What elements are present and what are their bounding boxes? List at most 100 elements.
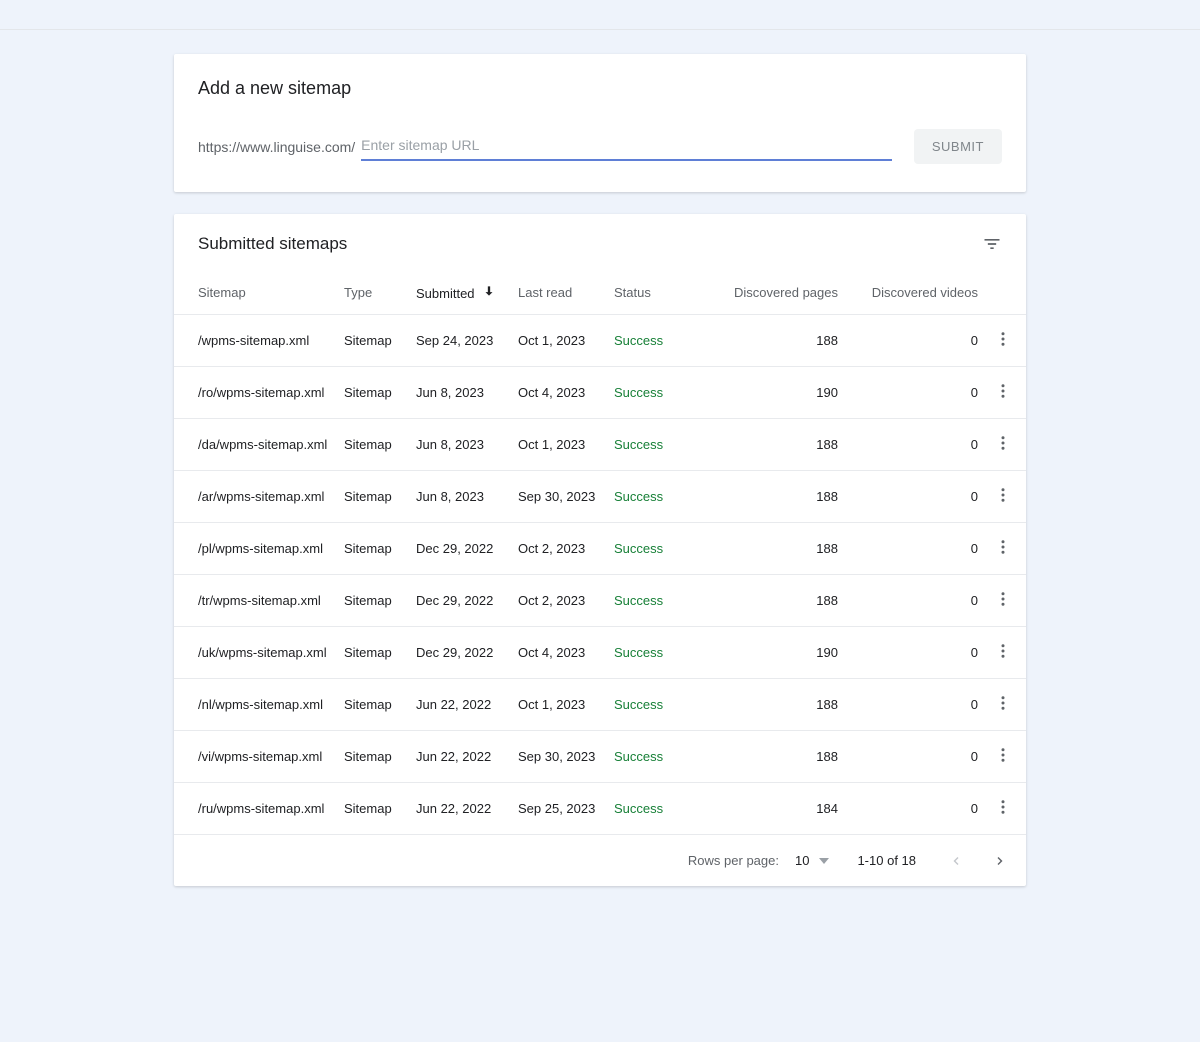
row-actions-button[interactable]: [994, 538, 1012, 556]
more-vert-icon: [994, 382, 1012, 400]
cell-pages: 184: [706, 782, 846, 834]
next-page-button[interactable]: [988, 855, 1012, 867]
sort-arrow-down-icon: [482, 286, 496, 301]
cell-type: Sitemap: [336, 626, 408, 678]
cell-sitemap[interactable]: /ru/wpms-sitemap.xml: [174, 782, 336, 834]
cell-submitted: Dec 29, 2022: [408, 574, 510, 626]
rows-per-page-select[interactable]: 10: [795, 853, 829, 868]
cell-sitemap[interactable]: /uk/wpms-sitemap.xml: [174, 626, 336, 678]
table-row[interactable]: /ar/wpms-sitemap.xmlSitemapJun 8, 2023Se…: [174, 470, 1026, 522]
prev-page-button[interactable]: [944, 855, 968, 867]
row-actions-button[interactable]: [994, 434, 1012, 452]
row-actions-button[interactable]: [994, 486, 1012, 504]
cell-sitemap[interactable]: /nl/wpms-sitemap.xml: [174, 678, 336, 730]
cell-type: Sitemap: [336, 366, 408, 418]
more-vert-icon: [994, 330, 1012, 348]
dropdown-arrow-icon: [819, 858, 829, 864]
cell-sitemap[interactable]: /pl/wpms-sitemap.xml: [174, 522, 336, 574]
more-vert-icon: [994, 642, 1012, 660]
row-actions-button[interactable]: [994, 642, 1012, 660]
top-border: [0, 0, 1200, 30]
cell-videos: 0: [846, 730, 986, 782]
rows-per-page-label: Rows per page:: [688, 853, 779, 868]
row-actions-button[interactable]: [994, 798, 1012, 816]
table-row[interactable]: /da/wpms-sitemap.xmlSitemapJun 8, 2023Oc…: [174, 418, 1026, 470]
table-footer: Rows per page: 10 1-10 of 18: [174, 834, 1026, 886]
cell-lastread: Oct 1, 2023: [510, 418, 606, 470]
table-row[interactable]: /tr/wpms-sitemap.xmlSitemapDec 29, 2022O…: [174, 574, 1026, 626]
status-badge: Success: [614, 333, 663, 348]
cell-type: Sitemap: [336, 782, 408, 834]
col-header-type[interactable]: Type: [336, 272, 408, 314]
sitemap-url-input[interactable]: [361, 133, 892, 161]
row-actions-button[interactable]: [994, 330, 1012, 348]
add-sitemap-card: Add a new sitemap https://www.linguise.c…: [174, 54, 1026, 192]
table-row[interactable]: /pl/wpms-sitemap.xmlSitemapDec 29, 2022O…: [174, 522, 1026, 574]
cell-type: Sitemap: [336, 314, 408, 366]
cell-submitted: Sep 24, 2023: [408, 314, 510, 366]
row-actions-button[interactable]: [994, 382, 1012, 400]
cell-lastread: Sep 25, 2023: [510, 782, 606, 834]
cell-lastread: Oct 2, 2023: [510, 574, 606, 626]
col-header-videos[interactable]: Discovered videos: [846, 272, 986, 314]
row-actions-button[interactable]: [994, 590, 1012, 608]
cell-sitemap[interactable]: /ar/wpms-sitemap.xml: [174, 470, 336, 522]
cell-submitted: Jun 22, 2022: [408, 730, 510, 782]
row-actions-button[interactable]: [994, 694, 1012, 712]
status-badge: Success: [614, 749, 663, 764]
cell-submitted: Jun 8, 2023: [408, 470, 510, 522]
col-header-sitemap[interactable]: Sitemap: [174, 272, 336, 314]
rows-per-page-value: 10: [795, 853, 809, 868]
col-header-lastread[interactable]: Last read: [510, 272, 606, 314]
cell-videos: 0: [846, 314, 986, 366]
status-badge: Success: [614, 593, 663, 608]
cell-videos: 0: [846, 626, 986, 678]
pagination-range: 1-10 of 18: [857, 853, 916, 868]
cell-type: Sitemap: [336, 678, 408, 730]
status-badge: Success: [614, 437, 663, 452]
cell-sitemap[interactable]: /wpms-sitemap.xml: [174, 314, 336, 366]
cell-lastread: Oct 1, 2023: [510, 678, 606, 730]
submit-button[interactable]: SUBMIT: [914, 129, 1002, 164]
sitemap-url-prefix: https://www.linguise.com/: [198, 139, 355, 155]
cell-videos: 0: [846, 366, 986, 418]
cell-lastread: Oct 4, 2023: [510, 366, 606, 418]
more-vert-icon: [994, 538, 1012, 556]
filter-button[interactable]: [982, 234, 1002, 254]
table-row[interactable]: /uk/wpms-sitemap.xmlSitemapDec 29, 2022O…: [174, 626, 1026, 678]
cell-type: Sitemap: [336, 730, 408, 782]
status-badge: Success: [614, 697, 663, 712]
cell-sitemap[interactable]: /vi/wpms-sitemap.xml: [174, 730, 336, 782]
cell-submitted: Jun 8, 2023: [408, 418, 510, 470]
cell-pages: 188: [706, 470, 846, 522]
row-actions-button[interactable]: [994, 746, 1012, 764]
filter-list-icon: [982, 234, 1002, 254]
cell-pages: 190: [706, 626, 846, 678]
col-header-pages[interactable]: Discovered pages: [706, 272, 846, 314]
cell-videos: 0: [846, 782, 986, 834]
table-row[interactable]: /ru/wpms-sitemap.xmlSitemapJun 22, 2022S…: [174, 782, 1026, 834]
cell-type: Sitemap: [336, 522, 408, 574]
table-row[interactable]: /wpms-sitemap.xmlSitemapSep 24, 2023Oct …: [174, 314, 1026, 366]
cell-sitemap[interactable]: /ro/wpms-sitemap.xml: [174, 366, 336, 418]
cell-lastread: Sep 30, 2023: [510, 470, 606, 522]
more-vert-icon: [994, 590, 1012, 608]
submitted-sitemaps-title: Submitted sitemaps: [198, 234, 982, 254]
cell-videos: 0: [846, 470, 986, 522]
col-header-status[interactable]: Status: [606, 272, 706, 314]
cell-lastread: Sep 30, 2023: [510, 730, 606, 782]
cell-type: Sitemap: [336, 470, 408, 522]
col-header-submitted[interactable]: Submitted: [408, 272, 510, 314]
cell-type: Sitemap: [336, 418, 408, 470]
cell-sitemap[interactable]: /da/wpms-sitemap.xml: [174, 418, 336, 470]
more-vert-icon: [994, 694, 1012, 712]
cell-videos: 0: [846, 574, 986, 626]
table-row[interactable]: /ro/wpms-sitemap.xmlSitemapJun 8, 2023Oc…: [174, 366, 1026, 418]
cell-pages: 188: [706, 730, 846, 782]
cell-sitemap[interactable]: /tr/wpms-sitemap.xml: [174, 574, 336, 626]
more-vert-icon: [994, 746, 1012, 764]
table-row[interactable]: /vi/wpms-sitemap.xmlSitemapJun 22, 2022S…: [174, 730, 1026, 782]
cell-pages: 188: [706, 522, 846, 574]
table-row[interactable]: /nl/wpms-sitemap.xmlSitemapJun 22, 2022O…: [174, 678, 1026, 730]
status-badge: Success: [614, 385, 663, 400]
